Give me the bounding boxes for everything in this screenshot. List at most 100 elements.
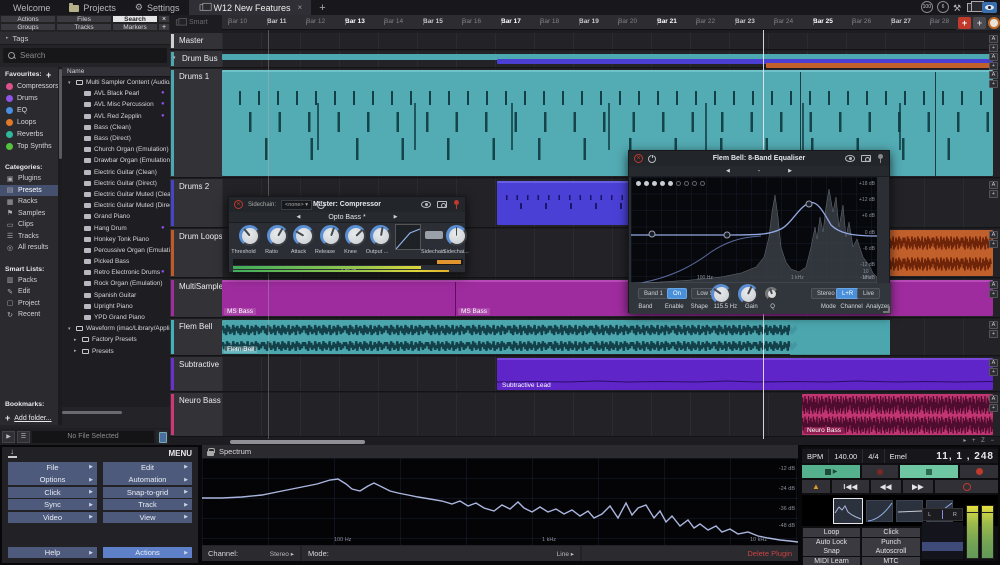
preview-list-button[interactable]: ☰ <box>17 431 30 443</box>
preset-name[interactable]: Opto Bass * <box>328 214 365 221</box>
channel-button[interactable]: L+R <box>836 288 859 299</box>
menu-item-right[interactable]: Edit▶ <box>103 462 192 473</box>
release-knob[interactable] <box>320 225 341 246</box>
menu-item-left[interactable]: Click▶ <box>8 487 97 498</box>
curve-thumbnail-1[interactable] <box>866 500 893 522</box>
search-box[interactable] <box>3 48 167 63</box>
detach-window-icon[interactable] <box>176 20 183 26</box>
record-safety-icon[interactable] <box>988 17 1000 29</box>
threshold-knob[interactable] <box>239 225 260 246</box>
file-tree-header[interactable]: Name <box>62 67 170 77</box>
category-item[interactable]: ☰ Tracks <box>0 231 58 243</box>
nav-actions[interactable]: Actions <box>0 15 56 23</box>
timeline-ruler[interactable]: Bar 10Bar 11Bar 12Bar 13Bar 14Bar 15Bar … <box>222 15 956 30</box>
add-folder-link[interactable]: + Add folder... <box>0 413 58 423</box>
return-to-start-button[interactable]: I◀◀ <box>832 480 869 493</box>
timecode-display[interactable]: 11, 1 , 248 <box>936 451 998 462</box>
automation-button[interactable]: A <box>989 71 998 79</box>
menu-item-left[interactable]: File▶ <box>8 462 97 473</box>
pin-icon[interactable] <box>453 200 460 210</box>
presets-folder-row[interactable]: ▸ Presets <box>62 346 170 357</box>
category-item[interactable]: ▦ Racks <box>0 196 58 208</box>
clip-neuro-bass-audio[interactable]: Neuro Bass <box>802 394 993 435</box>
next-preset-arrow[interactable]: ▶ <box>788 168 792 174</box>
track-subtractive[interactable]: Subtractive Subtractive Lead A+ <box>170 357 1000 393</box>
resize-handle[interactable] <box>883 306 890 313</box>
transport-toggle-right[interactable]: Click <box>862 528 920 537</box>
compressor-titlebar[interactable]: × Sidechain: <none> ▾ Master: Compressor <box>229 197 465 212</box>
automation-button[interactable]: A <box>989 281 998 289</box>
key-value[interactable]: Emel <box>885 449 912 463</box>
mode-selector[interactable]: Mode:Line ▸ <box>302 546 580 561</box>
nav-markers[interactable]: Markers <box>112 23 158 31</box>
file-tree-root-folder[interactable]: ▾ Multi Sampler Content (Audio/P... <box>62 77 170 88</box>
q-knob[interactable] <box>765 287 778 300</box>
power-icon[interactable] <box>317 201 325 209</box>
clip-drumbus-orange[interactable] <box>766 63 993 68</box>
nav-add-button[interactable]: + <box>158 23 170 31</box>
eq-display[interactable]: +18 dB+12 dB+6 dB0 dB-6 dB-12 dB-18 dB 1… <box>631 177 877 283</box>
windows-layout-icon[interactable] <box>967 3 978 12</box>
knee-knob[interactable] <box>345 225 366 246</box>
pin-icon[interactable] <box>877 154 884 164</box>
menu-item-right[interactable]: View▶ <box>103 512 192 523</box>
smart-tool-label[interactable]: Smart <box>189 19 208 26</box>
frequency-knob[interactable] <box>711 284 731 304</box>
attack-knob[interactable] <box>293 225 314 246</box>
stereo-balance-display[interactable]: LR <box>922 508 963 521</box>
prev-preset-arrow[interactable]: ◀ <box>726 168 730 174</box>
menu-item-right[interactable]: Automation▶ <box>103 474 192 485</box>
preset-file-row[interactable]: Bass (Direct) <box>62 133 170 144</box>
spectrum-thumbnail[interactable] <box>833 498 863 524</box>
clip-flem-bell-audio[interactable]: Flem Bell <box>222 320 890 354</box>
preset-file-row[interactable]: Church Organ (Emulation) <box>62 144 170 155</box>
enable-button[interactable]: On <box>667 288 687 299</box>
category-item[interactable]: ⚑ Samples <box>0 208 58 220</box>
channel-selector[interactable]: Channel:Stereo ▸ <box>202 546 300 561</box>
nav-files[interactable]: Files <box>56 15 112 23</box>
add-button[interactable]: + <box>973 17 986 29</box>
track-drum-bus[interactable]: ▾Drum Bus A+ <box>170 51 1000 69</box>
category-item[interactable]: ▭ Clips <box>0 219 58 231</box>
new-tab-button[interactable]: + <box>312 2 332 14</box>
preset-file-row[interactable]: YPD Grand Piano <box>62 312 170 323</box>
favourite-item[interactable]: Reverbs <box>0 128 58 140</box>
abort-record-button[interactable] <box>935 480 998 493</box>
add-track-button[interactable]: + <box>958 17 971 29</box>
preset-file-row[interactable]: AVL Black Pearl ● <box>62 88 170 99</box>
clip-subtractive-lead[interactable]: Subtractive Lead <box>497 358 993 390</box>
transport-toggle-right[interactable]: Autoscroll <box>862 547 920 556</box>
camera-icon[interactable] <box>861 155 871 162</box>
automation-button[interactable]: A <box>989 321 998 329</box>
tools-icon[interactable] <box>953 3 963 12</box>
automation-button[interactable]: A <box>989 231 998 239</box>
category-item[interactable]: ▣ Plugins <box>0 173 58 185</box>
transport-toggle-left[interactable]: Loop <box>803 528 860 537</box>
preset-file-row[interactable]: Honkey Tonk Piano <box>62 234 170 245</box>
transport-toggle-left[interactable]: Auto Lock <box>803 538 860 547</box>
band-select-button[interactable]: Band 1 <box>638 288 669 299</box>
favourite-item[interactable]: EQ <box>0 104 58 116</box>
rewind-button[interactable]: ◀◀ <box>871 480 901 493</box>
tab-welcome[interactable]: Welcome <box>4 0 59 15</box>
power-icon[interactable] <box>648 155 656 163</box>
waveform-folder-row[interactable]: ▾ Waveform (imac/Library/Applica... <box>62 323 170 334</box>
tags-section-header[interactable]: ▸ Tags <box>0 32 170 45</box>
bpm-value[interactable]: 140.00 <box>829 449 863 463</box>
menu-item-help[interactable]: Help▶ <box>8 547 97 558</box>
delete-plugin-button[interactable]: Delete Plugin <box>747 549 792 558</box>
preset-file-row[interactable]: Rock Organ (Emulation) <box>62 278 170 289</box>
tab-edit-w12-new-features[interactable]: W12 New Features× <box>189 0 311 15</box>
eye-icon[interactable] <box>845 155 855 162</box>
clip-drumloops-audio[interactable] <box>875 230 993 276</box>
eye-icon[interactable] <box>421 201 431 208</box>
menu-item-actions[interactable]: Actions▶ <box>103 547 192 558</box>
nav-tracks[interactable]: Tracks <box>56 23 112 31</box>
cpu-meter-badge[interactable]: 100 <box>921 1 933 13</box>
prev-preset-arrow[interactable]: ◀ <box>296 214 300 220</box>
tab-projects[interactable]: Projects <box>60 0 125 15</box>
fast-forward-button[interactable]: ▶▶ <box>903 480 933 493</box>
add-lane-button[interactable]: + <box>989 240 998 248</box>
arrangement-hscrollbar[interactable] <box>230 440 365 444</box>
flat-line-thumbnail[interactable] <box>896 500 923 522</box>
